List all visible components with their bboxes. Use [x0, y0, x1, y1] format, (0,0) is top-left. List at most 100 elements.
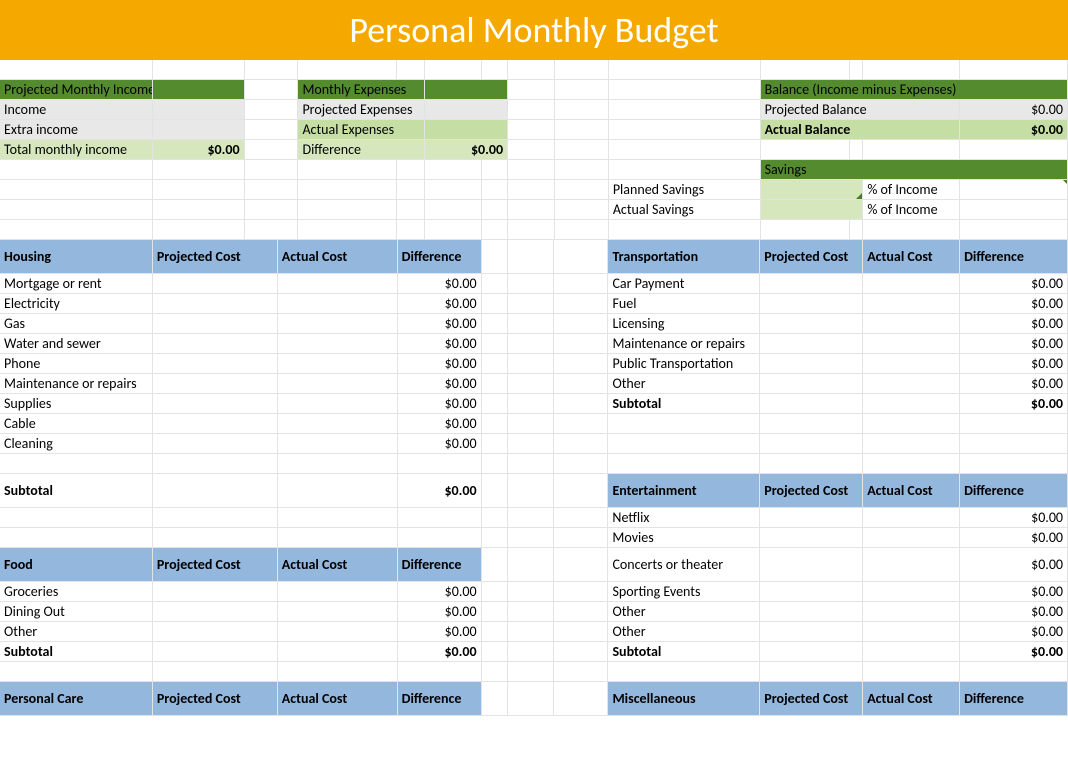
proj-cost-cell[interactable]	[760, 548, 863, 582]
actual-cost-cell[interactable]	[863, 374, 960, 394]
actual-cost-cell[interactable]	[278, 314, 398, 334]
actual-cost-cell[interactable]	[863, 334, 960, 354]
actual-cost-cell[interactable]	[278, 354, 398, 374]
diff-cell: $0.00	[398, 602, 482, 622]
actual-cost-cell[interactable]	[863, 274, 960, 294]
proj-cost-cell[interactable]	[760, 334, 863, 354]
diff-cell: $0.00	[398, 314, 482, 334]
table-row: Car Payment	[608, 274, 760, 294]
table-row: Subtotal	[608, 642, 760, 662]
section-balance-header: Balance (Income minus Expenses)	[761, 80, 1068, 100]
proj-cost-cell[interactable]	[760, 622, 863, 642]
table-row: Maintenance or repairs	[608, 334, 760, 354]
diff-cell: $0.00	[398, 334, 482, 354]
diff-cell: $0.00	[398, 582, 482, 602]
proj-cost-cell[interactable]	[760, 374, 863, 394]
proj-cost-cell[interactable]	[153, 274, 278, 294]
proj-exp-label: Projected Expenses	[298, 100, 425, 120]
actual-cost-cell[interactable]	[863, 314, 960, 334]
table-row: Netflix	[608, 508, 760, 528]
diff-cell: $0.00	[960, 582, 1068, 602]
table-row: Groceries	[0, 582, 153, 602]
table-row: Concerts or theater	[608, 548, 760, 582]
table-row: Dining Out	[0, 602, 153, 622]
proj-cost-cell[interactable]	[760, 602, 863, 622]
misc-header: Miscellaneous	[608, 682, 760, 716]
diff-cell: $0.00	[398, 374, 482, 394]
table-row: Gas	[0, 314, 153, 334]
diff-cell: $0.00	[960, 314, 1068, 334]
proj-cost-cell[interactable]	[153, 354, 278, 374]
actual-savings-label: Actual Savings	[609, 200, 761, 220]
diff-exp-value: $0.00	[425, 140, 508, 160]
proj-bal-label: Projected Balance	[761, 100, 961, 120]
planned-savings-pct[interactable]	[960, 180, 1068, 200]
table-row: Electricity	[0, 294, 153, 314]
actual-cost-cell[interactable]	[863, 548, 960, 582]
actual-cost-cell[interactable]	[278, 394, 398, 414]
actual-cost-cell[interactable]	[278, 414, 398, 434]
table-row: Movies	[608, 528, 760, 548]
actual-cost-cell[interactable]	[863, 602, 960, 622]
proj-cost-cell[interactable]	[760, 582, 863, 602]
proj-cost-cell[interactable]	[153, 434, 278, 454]
proj-cost-cell[interactable]	[153, 582, 278, 602]
proj-cost-cell[interactable]	[760, 508, 863, 528]
proj-cost-cell[interactable]	[153, 314, 278, 334]
actual-cost-cell[interactable]	[278, 374, 398, 394]
proj-cost-cell[interactable]	[153, 642, 278, 662]
actual-cost-cell[interactable]	[863, 528, 960, 548]
proj-cost-cell[interactable]	[760, 394, 863, 414]
diff-cell: $0.00	[960, 642, 1068, 662]
actual-cost-cell[interactable]	[278, 642, 398, 662]
actual-cost-cell[interactable]	[863, 394, 960, 414]
actual-savings-pct[interactable]	[960, 200, 1068, 220]
proj-cost-cell[interactable]	[153, 394, 278, 414]
proj-cost-cell[interactable]	[760, 528, 863, 548]
table-row: Water and sewer	[0, 334, 153, 354]
food-header: Food	[0, 548, 153, 582]
extra-income-label: Extra income	[0, 120, 153, 140]
proj-exp-value[interactable]	[425, 100, 508, 120]
proj-cost-cell[interactable]	[153, 294, 278, 314]
section-savings-header: Savings	[761, 160, 1068, 180]
pct-income-label-2: % of Income	[863, 200, 960, 220]
total-income-label: Total monthly income	[0, 140, 153, 160]
proj-cost-cell[interactable]	[153, 622, 278, 642]
actual-cost-cell[interactable]	[278, 334, 398, 354]
actual-cost-cell[interactable]	[863, 508, 960, 528]
actual-cost-cell[interactable]	[863, 294, 960, 314]
diff-cell: $0.00	[960, 622, 1068, 642]
planned-savings-value[interactable]	[761, 180, 864, 200]
actual-savings-value[interactable]	[761, 200, 864, 220]
diff-cell: $0.00	[960, 548, 1068, 582]
proj-cost-cell[interactable]	[760, 642, 863, 662]
actual-cost-cell[interactable]	[278, 294, 398, 314]
proj-cost-cell[interactable]	[153, 414, 278, 434]
actual-cost-cell[interactable]	[278, 622, 398, 642]
table-row: Fuel	[608, 294, 760, 314]
income-value[interactable]	[153, 100, 245, 120]
proj-cost-cell[interactable]	[153, 374, 278, 394]
actual-cost-cell[interactable]	[863, 582, 960, 602]
actual-cost-cell[interactable]	[278, 474, 398, 508]
diff-exp-label: Difference	[298, 140, 425, 160]
proj-cost-cell[interactable]	[760, 294, 863, 314]
proj-cost-cell[interactable]	[153, 602, 278, 622]
proj-cost-cell[interactable]	[760, 314, 863, 334]
proj-cost-cell[interactable]	[760, 274, 863, 294]
housing-header: Housing	[0, 240, 153, 274]
actual-cost-cell[interactable]	[863, 622, 960, 642]
diff-cell: $0.00	[960, 374, 1068, 394]
proj-cost-cell[interactable]	[760, 354, 863, 374]
actual-cost-cell[interactable]	[278, 434, 398, 454]
actual-cost-cell[interactable]	[278, 274, 398, 294]
actual-cost-cell[interactable]	[278, 602, 398, 622]
actual-cost-cell[interactable]	[863, 354, 960, 374]
actual-cost-cell[interactable]	[278, 582, 398, 602]
act-exp-value[interactable]	[425, 120, 508, 140]
proj-cost-cell[interactable]	[153, 334, 278, 354]
proj-cost-cell[interactable]	[153, 474, 278, 508]
actual-cost-cell[interactable]	[863, 642, 960, 662]
extra-income-value[interactable]	[153, 120, 245, 140]
